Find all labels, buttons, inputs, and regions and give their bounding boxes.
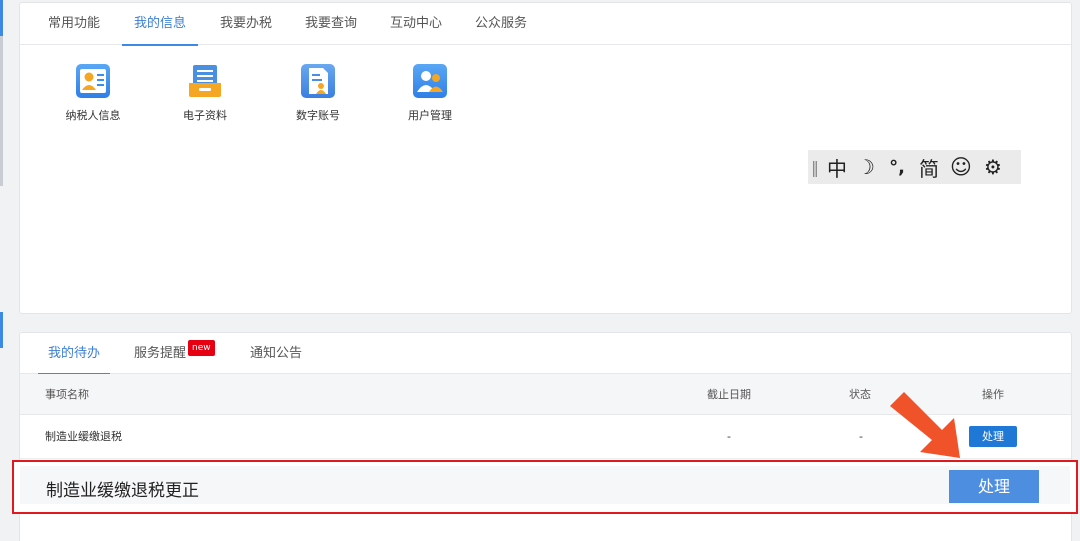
tab-notice[interactable]: 通知公告: [240, 333, 312, 374]
tab-tax-handling[interactable]: 我要办税: [208, 3, 284, 45]
tab-public-service[interactable]: 公众服务: [463, 3, 539, 45]
new-badge: new: [188, 340, 215, 356]
document-stack-icon: [189, 65, 221, 97]
column-header-status: 状态: [849, 388, 871, 401]
process-button[interactable]: 处理: [969, 426, 1017, 447]
process-correction-button[interactable]: 处理: [949, 470, 1039, 503]
emoji-icon[interactable]: ☺: [944, 155, 978, 179]
app-label: 纳税人信息: [65, 109, 121, 122]
tab-interaction-center[interactable]: 互动中心: [378, 3, 454, 45]
app-user-management[interactable]: 用户管理: [385, 63, 475, 123]
tab-query[interactable]: 我要查询: [293, 3, 369, 45]
column-header-action: 操作: [982, 388, 1004, 401]
row-deadline: -: [727, 430, 731, 443]
moon-icon[interactable]: ☽: [852, 155, 880, 179]
row-status: -: [859, 430, 863, 443]
tab-my-info[interactable]: 我的信息: [122, 3, 198, 46]
left-accent-bar: [0, 0, 3, 36]
bottom-tab-bar: 我的待办 服务提醒 new 通知公告: [20, 333, 1071, 375]
app-electronic-docs[interactable]: 电子资料: [160, 63, 250, 123]
left-accent-bar: [0, 312, 3, 348]
app-taxpayer-info[interactable]: 纳税人信息: [48, 63, 138, 123]
tab-my-todo[interactable]: 我的待办: [38, 333, 110, 375]
ime-toolbar: ‖ 中 ☽ °, 简 ☺ ⚙: [808, 150, 1021, 184]
highlighted-item-name: 制造业缓缴退税更正: [46, 481, 199, 501]
pointer-arrow-icon: [890, 392, 960, 458]
app-label: 电子资料: [183, 109, 227, 122]
column-header-name: 事项名称: [45, 388, 89, 401]
top-tab-bar: 常用功能 我的信息 我要办税 我要查询 互动中心 公众服务: [20, 3, 1071, 46]
taxpayer-id-card-icon: [76, 64, 110, 98]
gear-icon[interactable]: ⚙: [978, 155, 1008, 179]
tab-service-reminder[interactable]: 服务提醒: [126, 333, 194, 374]
tab-common-functions[interactable]: 常用功能: [36, 3, 112, 45]
row-item-name: 制造业缓缴退税: [45, 430, 122, 443]
digital-account-icon: [301, 64, 335, 98]
app-label: 数字账号: [296, 109, 340, 122]
column-header-deadline: 截止日期: [707, 388, 751, 401]
left-scroll-track: [0, 36, 3, 186]
user-group-icon: [413, 64, 447, 98]
punctuation-toggle[interactable]: °,: [880, 157, 914, 178]
app-digital-account[interactable]: 数字账号: [273, 63, 363, 123]
simplified-toggle[interactable]: 简: [914, 153, 944, 182]
ime-mode-toggle[interactable]: 中: [822, 153, 852, 182]
highlighted-row: 制造业缓缴退税更正 处理: [12, 460, 1078, 514]
app-label: 用户管理: [408, 109, 452, 122]
grip-handle-icon[interactable]: ‖: [808, 158, 822, 177]
